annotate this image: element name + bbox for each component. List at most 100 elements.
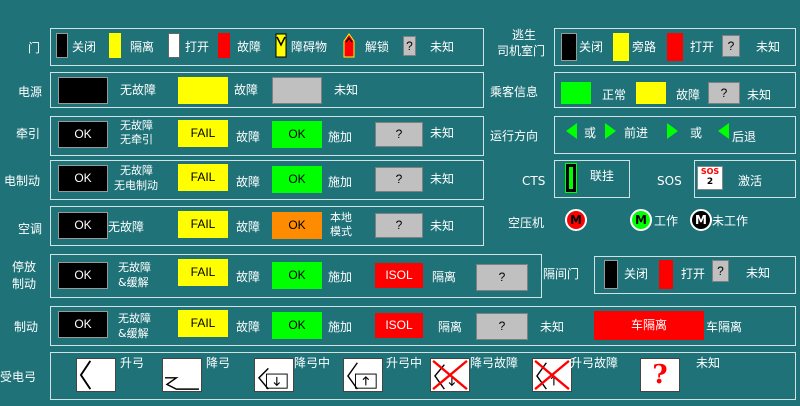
brake-car-isolated-label: 车隔离 bbox=[706, 320, 743, 334]
brake-fault-label: 故障 bbox=[236, 320, 261, 334]
hvac-unknown-label: 未知 bbox=[430, 219, 455, 233]
cab-door-open-indicator bbox=[667, 33, 683, 61]
park-brake-fail-indicator: FAIL bbox=[178, 259, 228, 286]
pantograph-raised-icon bbox=[76, 358, 116, 392]
traction-desc-line2: 无牵引 bbox=[120, 133, 153, 146]
direction-right-arrow-icon bbox=[605, 123, 616, 139]
partition-door-open-indicator bbox=[659, 260, 673, 289]
cab-door-unknown-label: 未知 bbox=[756, 40, 781, 54]
pantograph-raising-label: 升弓中 bbox=[386, 356, 423, 370]
power-row-frame bbox=[50, 72, 484, 108]
elec-brake-desc-line2: 无电制动 bbox=[114, 179, 158, 192]
sos-active-label: 激活 bbox=[738, 174, 763, 188]
pantograph-unknown-label: 未知 bbox=[696, 356, 721, 370]
door-unknown-label: 未知 bbox=[430, 40, 455, 54]
sos-icon-num: 2 bbox=[706, 177, 714, 187]
direction-forward-label: 前进 bbox=[624, 126, 649, 140]
power-no-fault-label: 无故障 bbox=[120, 83, 157, 97]
brake-ok2-indicator: OK bbox=[272, 312, 322, 339]
pantograph-lowering-icon bbox=[254, 358, 294, 392]
park-brake-ok-indicator: OK bbox=[58, 262, 108, 289]
cab-door-title-line2: 司机室门 bbox=[497, 44, 546, 58]
park-brake-desc-line2: &缓解 bbox=[118, 276, 149, 289]
park-brake-unknown-indicator: ? bbox=[476, 264, 528, 291]
traction-fault-label: 故障 bbox=[236, 130, 261, 144]
hvac-ok-indicator: OK bbox=[58, 212, 108, 239]
power-fault-label: 故障 bbox=[234, 83, 259, 97]
sos-title: SOS bbox=[657, 174, 682, 188]
traction-fail-indicator: FAIL bbox=[178, 120, 228, 147]
passenger-info-fault-indicator bbox=[636, 82, 666, 104]
door-obstacle-label: 障碍物 bbox=[291, 40, 328, 54]
traction-unknown-label: 未知 bbox=[430, 126, 455, 140]
pantograph-unknown-mark: ? bbox=[652, 360, 668, 390]
park-brake-ok2-indicator: OK bbox=[272, 262, 322, 289]
pantograph-raising-icon bbox=[343, 358, 383, 392]
compressor-idle-motor-icon: M bbox=[690, 209, 712, 231]
pantograph-lowered-label: 降弓 bbox=[206, 356, 231, 370]
brake-applied-label: 施加 bbox=[328, 320, 353, 334]
door-unlock-label: 解锁 bbox=[365, 40, 390, 54]
cab-door-bypass-label: 旁路 bbox=[632, 40, 657, 54]
hvac-fail-indicator: FAIL bbox=[178, 211, 228, 238]
partition-door-closed-label: 关闭 bbox=[624, 267, 649, 281]
direction-right-arrow2-icon bbox=[667, 123, 678, 139]
cts-coupled-indicator bbox=[565, 163, 577, 193]
brake-ok-indicator: OK bbox=[58, 311, 108, 338]
cab-door-open-label: 打开 bbox=[690, 40, 715, 54]
unlock-icon bbox=[343, 33, 355, 58]
hvac-local-line1: 本地 bbox=[330, 211, 352, 224]
partition-door-unknown-label: 未知 bbox=[746, 266, 771, 280]
park-brake-applied-label: 施加 bbox=[328, 270, 353, 284]
hvac-fault-label: 故障 bbox=[236, 220, 261, 234]
power-no-fault-indicator bbox=[58, 77, 108, 104]
traction-unknown-indicator: ? bbox=[375, 122, 423, 147]
compressor-working-motor-icon: M bbox=[630, 209, 652, 231]
obstacle-icon bbox=[275, 33, 287, 58]
partition-door-title: 隔间门 bbox=[543, 267, 580, 281]
door-open-indicator bbox=[168, 33, 180, 58]
pantograph-lower-fault-icon bbox=[430, 358, 470, 392]
pantograph-raised-label: 升弓 bbox=[120, 356, 145, 370]
hvac-ok-orange-indicator: OK bbox=[272, 212, 322, 239]
door-closed-label: 关闭 bbox=[72, 40, 97, 54]
pantograph-raise-fault-label: 升弓故障 bbox=[570, 356, 619, 370]
elec-brake-ok2-indicator: OK bbox=[272, 166, 322, 193]
pantograph-unknown-icon: ? bbox=[640, 358, 680, 392]
partition-door-open-label: 打开 bbox=[681, 267, 706, 281]
hvac-title: 空调 bbox=[18, 222, 43, 236]
compressor-title: 空压机 bbox=[508, 216, 545, 230]
elec-brake-unknown-label: 未知 bbox=[430, 172, 455, 186]
traction-ok2-indicator: OK bbox=[272, 121, 322, 148]
cab-door-closed-label: 关闭 bbox=[579, 40, 604, 54]
cab-door-bypass-indicator bbox=[613, 33, 629, 61]
power-title: 电源 bbox=[18, 85, 43, 99]
door-isolated-indicator bbox=[109, 33, 121, 58]
partition-door-unknown-indicator: ? bbox=[712, 260, 729, 282]
brake-title: 制动 bbox=[14, 320, 39, 334]
elec-brake-fail-indicator: FAIL bbox=[178, 164, 228, 191]
compressor-fault-motor-icon: M bbox=[565, 209, 587, 231]
sos-icon: SOS 2 bbox=[697, 166, 723, 190]
door-title: 门 bbox=[28, 41, 41, 55]
sos-icon-text: SOS bbox=[700, 167, 720, 176]
elec-brake-fault-label: 故障 bbox=[236, 175, 261, 189]
passenger-info-normal-label: 正常 bbox=[602, 88, 627, 102]
brake-desc-line2: &缓解 bbox=[118, 327, 149, 340]
cab-door-closed-indicator bbox=[561, 33, 577, 61]
cab-door-title-line1: 逃生 bbox=[512, 28, 537, 42]
hvac-local-line2: 模式 bbox=[330, 225, 352, 238]
passenger-info-unknown-label: 未知 bbox=[747, 88, 772, 102]
direction-or1-label: 或 bbox=[584, 126, 597, 140]
brake-isolated-label: 隔离 bbox=[438, 320, 463, 334]
hvac-unknown-indicator: ? bbox=[375, 213, 423, 238]
elec-brake-ok-indicator: OK bbox=[58, 165, 108, 192]
pantograph-lower-fault-label: 降弓故障 bbox=[470, 356, 519, 370]
park-brake-fault-label: 故障 bbox=[236, 270, 261, 284]
cts-coupled-label: 联挂 bbox=[590, 169, 615, 183]
door-fault-label: 故障 bbox=[237, 40, 262, 54]
direction-backward-label: 后退 bbox=[732, 130, 757, 144]
door-unknown-indicator: ? bbox=[403, 36, 416, 56]
brake-unknown-label: 未知 bbox=[540, 320, 565, 334]
direction-title: 运行方向 bbox=[490, 129, 539, 143]
